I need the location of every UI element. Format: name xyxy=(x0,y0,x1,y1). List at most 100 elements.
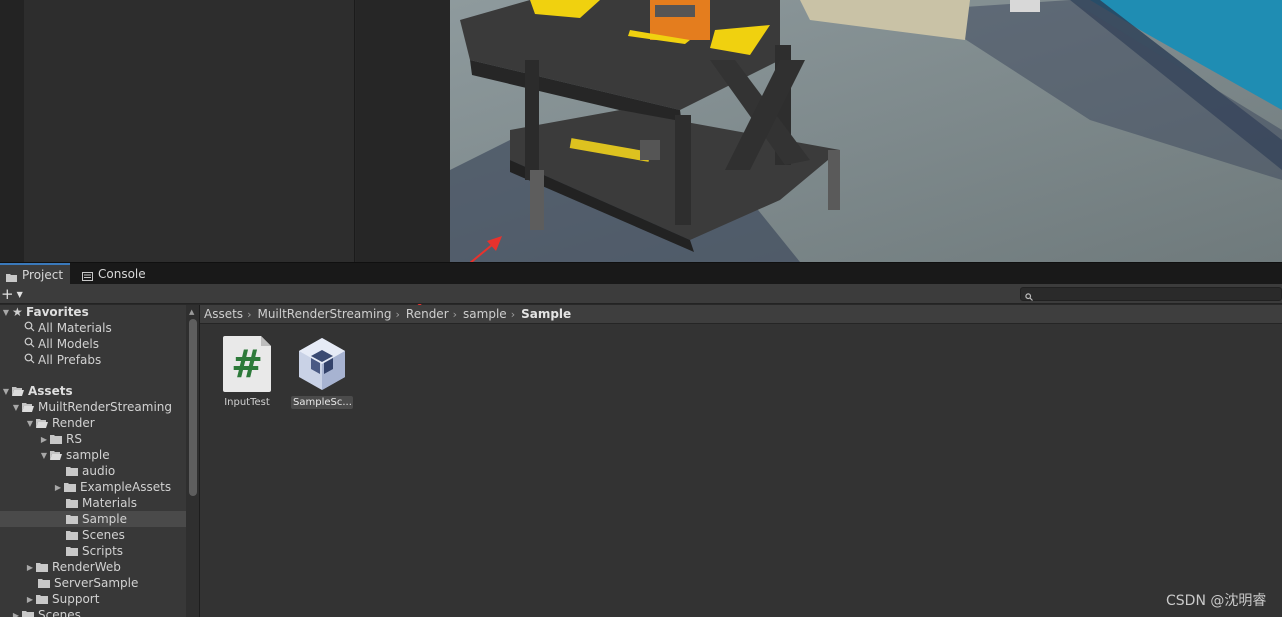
search-icon xyxy=(24,353,38,367)
folder-icon xyxy=(50,434,62,444)
asset-inputtest[interactable]: # InputTest xyxy=(215,336,279,412)
tree-label: All Models xyxy=(38,337,99,351)
tree-folder[interactable]: ▼ Render xyxy=(0,415,186,431)
panel-tab-bar: Project Console xyxy=(0,262,1282,285)
asset-grid[interactable]: # InputTest SampleSc... xyxy=(200,324,1282,617)
expand-arrow-icon[interactable]: ▼ xyxy=(38,451,50,460)
tree-label: Render xyxy=(52,416,95,430)
tree-folder[interactable]: Materials xyxy=(0,495,186,511)
breadcrumb-item[interactable]: MuiltRenderStreaming xyxy=(257,307,391,321)
collapse-arrow-icon[interactable]: ▶ xyxy=(24,563,36,572)
favorite-item[interactable]: All Prefabs xyxy=(0,352,186,368)
tree-label: MuiltRenderStreaming xyxy=(38,400,173,414)
expand-arrow-icon[interactable]: ▼ xyxy=(24,419,36,428)
tree-folder[interactable]: audio xyxy=(0,463,186,479)
collapse-arrow-icon[interactable]: ▶ xyxy=(38,435,50,444)
tree-folder[interactable]: ServerSample xyxy=(0,575,186,591)
tree-folder[interactable]: Scripts xyxy=(0,543,186,559)
project-folder-tree[interactable]: ▼ ★ Favorites All Materials All Models A… xyxy=(0,305,186,617)
open-folder-icon xyxy=(50,450,62,460)
expand-arrow-icon[interactable]: ▼ xyxy=(0,387,12,396)
tab-label: Project xyxy=(22,268,64,282)
tree-label: Support xyxy=(52,592,100,606)
plus-icon: + xyxy=(1,285,14,303)
folder-icon xyxy=(64,482,76,492)
tree-assets[interactable]: ▼ Assets xyxy=(0,383,186,399)
collapse-arrow-icon[interactable]: ▶ xyxy=(10,611,22,617)
tree-folder[interactable]: ▶ Support xyxy=(0,591,186,607)
collapse-arrow-icon[interactable]: ▶ xyxy=(52,483,64,492)
folder-icon xyxy=(66,546,78,556)
folder-icon xyxy=(36,562,48,572)
csharp-script-icon: # xyxy=(223,336,271,392)
hierarchy-panel xyxy=(24,0,355,262)
scene-view[interactable] xyxy=(450,0,1282,262)
chevron-right-icon: › xyxy=(247,307,252,321)
asset-label: SampleSc... xyxy=(291,396,353,409)
expand-arrow-icon[interactable]: ▼ xyxy=(10,403,22,412)
tree-favorites[interactable]: ▼ ★ Favorites xyxy=(0,305,186,320)
console-icon xyxy=(82,270,93,281)
breadcrumb-item[interactable]: Assets xyxy=(204,307,243,321)
search-icon xyxy=(1025,290,1033,301)
tree-label: Favorites xyxy=(26,305,89,319)
tree-label: Assets xyxy=(28,384,73,398)
script-hash-glyph: # xyxy=(231,342,263,386)
tree-folder[interactable]: ▼ sample xyxy=(0,447,186,463)
tree-folder[interactable]: ▶ RS xyxy=(0,431,186,447)
chevron-right-icon: › xyxy=(510,307,516,321)
tree-scrollbar-thumb[interactable] xyxy=(189,319,197,496)
folder-icon xyxy=(66,530,78,540)
tree-label: ServerSample xyxy=(54,576,139,590)
open-folder-icon xyxy=(22,402,34,412)
tree-label: audio xyxy=(82,464,116,478)
breadcrumb-item[interactable]: sample xyxy=(463,307,507,321)
tree-folder[interactable]: ▶ RenderWeb xyxy=(0,559,186,575)
tree-label: Scenes xyxy=(82,528,125,542)
asset-label: InputTest xyxy=(224,397,270,408)
search-icon xyxy=(24,321,38,335)
left-strip xyxy=(0,0,24,262)
chevron-right-icon: › xyxy=(452,307,458,321)
project-toolbar: + ▼ xyxy=(0,284,1282,304)
scene-render xyxy=(450,0,1282,262)
favorite-item[interactable]: All Models xyxy=(0,336,186,352)
tree-label: ExampleAssets xyxy=(80,480,172,494)
breadcrumb-item[interactable]: Render xyxy=(406,307,449,321)
search-icon xyxy=(24,337,38,351)
tree-label: All Materials xyxy=(38,321,112,335)
tree-folder[interactable]: ▶ ExampleAssets xyxy=(0,479,186,495)
tree-label: Materials xyxy=(82,496,138,510)
tree-folder-selected[interactable]: Sample xyxy=(0,511,186,527)
chevron-down-icon: ▼ xyxy=(16,289,23,299)
tree-label: sample xyxy=(66,448,110,462)
favorite-item[interactable]: All Materials xyxy=(0,320,186,336)
create-button[interactable]: + ▼ xyxy=(1,284,23,304)
folder-icon xyxy=(36,594,48,604)
tree-folder[interactable]: ▼ MuiltRenderStreaming xyxy=(0,399,186,415)
folder-icon xyxy=(22,610,34,617)
open-folder-icon xyxy=(36,418,48,428)
tab-console[interactable]: Console xyxy=(76,263,156,285)
folder-icon xyxy=(66,498,78,508)
breadcrumb-current[interactable]: Sample xyxy=(521,307,571,321)
open-folder-icon xyxy=(12,386,24,396)
search-input[interactable] xyxy=(1020,287,1282,301)
expand-arrow-icon[interactable]: ▼ xyxy=(0,308,12,317)
scroll-up-icon[interactable]: ▲ xyxy=(189,308,194,316)
tree-folder[interactable]: ▶ Scenes xyxy=(0,607,186,617)
tree-folder[interactable]: Scenes xyxy=(0,527,186,543)
folder-icon xyxy=(66,514,78,524)
chevron-right-icon: › xyxy=(395,307,400,321)
folder-icon xyxy=(66,466,78,476)
watermark: CSDN @沈明睿 xyxy=(1166,593,1267,609)
tab-project[interactable]: Project xyxy=(0,263,70,285)
tree-label: RenderWeb xyxy=(52,560,121,574)
collapse-arrow-icon[interactable]: ▶ xyxy=(24,595,36,604)
tree-label: Scenes xyxy=(38,608,81,617)
tab-label: Console xyxy=(98,267,146,281)
breadcrumb: Assets › MuiltRenderStreaming › Render ›… xyxy=(200,305,1282,324)
asset-samplescene[interactable]: SampleSc... xyxy=(290,336,354,412)
folder-icon xyxy=(6,271,17,282)
tree-label: RS xyxy=(66,432,82,446)
